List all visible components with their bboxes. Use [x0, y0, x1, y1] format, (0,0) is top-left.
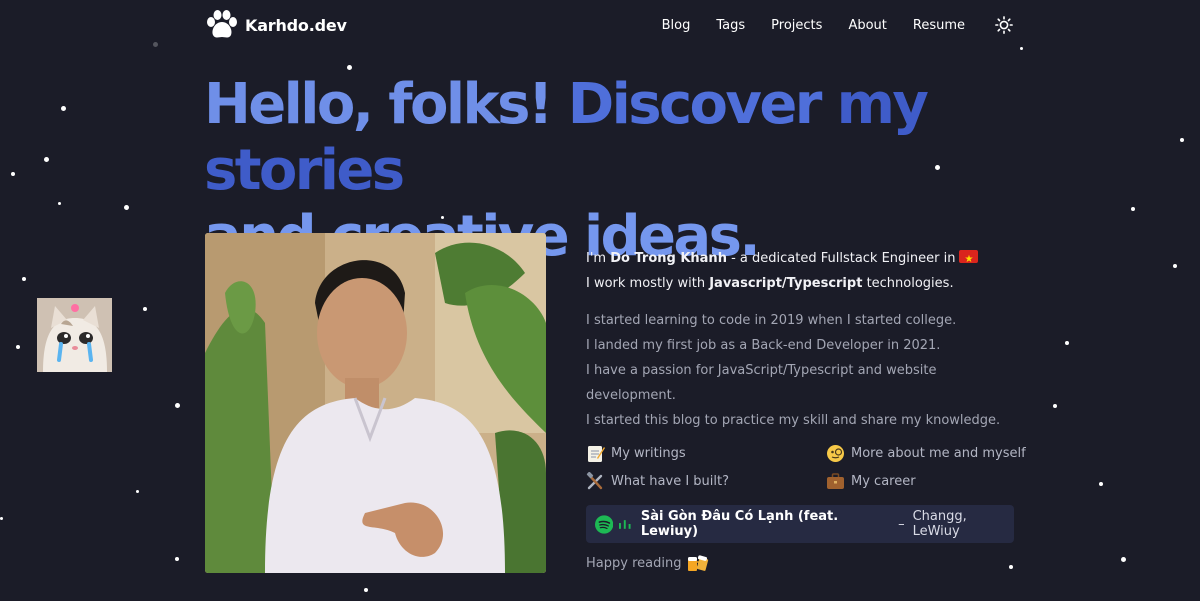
spotify-now-playing[interactable]: Sài Gòn Đâu Có Lạnh (feat. Lewiuy) – Cha…: [586, 505, 1014, 543]
star: [124, 205, 129, 210]
paw-logo-icon: [207, 10, 237, 38]
star: [11, 172, 15, 176]
spotify-song-title: Sài Gòn Đâu Có Lạnh (feat. Lewiuy): [640, 509, 839, 539]
intro-lead: I'm: [586, 251, 607, 266]
hero-part-1: Hello, folks!: [204, 72, 553, 137]
closing-text: Happy reading: [586, 555, 682, 571]
site-header: Karhdo.dev Blog Tags Projects About Resu…: [205, 8, 1013, 42]
link-more-about-me[interactable]: More about me and myself: [826, 444, 1026, 463]
story-line: I landed my first job as a Back-end Deve…: [586, 338, 941, 353]
star: [0, 517, 3, 520]
star: [153, 42, 158, 47]
star: [364, 588, 368, 592]
story-block: I started learning to code in 2019 when …: [586, 308, 1026, 433]
intro-tech: Javascript/Typescript: [709, 276, 863, 291]
brand-name: Karhdo.dev: [245, 15, 347, 35]
brand-link[interactable]: Karhdo.dev: [205, 9, 347, 41]
star: [136, 490, 139, 493]
quick-links: My writings More about me and myself Wha…: [586, 444, 1026, 491]
star: [16, 345, 20, 349]
sun-theme-toggle-icon[interactable]: [995, 16, 1013, 34]
monocle-face-icon: [827, 445, 844, 462]
star: [175, 403, 180, 408]
story-line: I started this blog to practice my skill…: [586, 413, 1001, 428]
story-line: I started learning to code in 2019 when …: [586, 313, 957, 328]
nav-tags[interactable]: Tags: [716, 18, 745, 33]
main-nav: Blog Tags Projects About Resume: [662, 16, 1013, 34]
star: [58, 202, 61, 205]
link-more-about-me-label: More about me and myself: [851, 446, 1026, 461]
link-what-have-i-built[interactable]: What have I built?: [586, 472, 826, 491]
link-my-career-label: My career: [851, 474, 916, 489]
intro-line-2: I work mostly with Javascript/Typescript…: [586, 271, 1026, 296]
nav-projects[interactable]: Projects: [771, 18, 822, 33]
star: [175, 557, 179, 561]
spotify-icon: [595, 514, 614, 534]
beer-mugs-icon: [688, 555, 709, 571]
star: [1131, 207, 1135, 211]
vietnam-flag-icon: [959, 247, 979, 272]
profile-photo: [205, 233, 546, 573]
intro-name: Do Trong Khanh: [610, 251, 727, 266]
star: [44, 157, 49, 162]
star: [1121, 557, 1126, 562]
nav-resume[interactable]: Resume: [913, 18, 965, 33]
link-my-writings-label: My writings: [611, 446, 686, 461]
link-what-have-i-built-label: What have I built?: [611, 474, 729, 489]
story-line: I have a passion for JavaScript/Typescri…: [586, 363, 937, 403]
spotify-artist: Changg, LeWiuy: [912, 509, 967, 539]
intro-role: - a dedicated Fullstack Engineer in: [726, 251, 956, 266]
bio-section: I'm Do Trong Khanh - a dedicated Fullsta…: [586, 246, 1026, 573]
hero-part-2: Discover: [567, 72, 823, 137]
memo-icon: [588, 446, 605, 462]
link-my-career[interactable]: My career: [826, 472, 1026, 491]
closing-line: Happy reading: [586, 553, 1026, 573]
intro-line2-pre: I work mostly with: [586, 276, 706, 291]
star: [22, 277, 26, 281]
briefcase-icon: [827, 473, 844, 489]
equalizer-bars-icon: [619, 520, 631, 529]
page: Karhdo.dev Blog Tags Projects About Resu…: [0, 0, 1200, 601]
star: [1180, 138, 1184, 142]
star: [1020, 47, 1023, 50]
crying-cat-sticker: [37, 298, 112, 372]
intro-line2-post: technologies.: [866, 276, 954, 291]
intro-line-1: I'm Do Trong Khanh - a dedicated Fullsta…: [586, 246, 1026, 272]
star: [1053, 404, 1057, 408]
star: [347, 65, 352, 70]
star: [1065, 341, 1069, 345]
hammer-wrench-icon: [586, 472, 603, 490]
star: [61, 106, 66, 111]
star: [1173, 264, 1177, 268]
star: [1099, 482, 1103, 486]
spotify-separator: –: [898, 516, 905, 532]
link-my-writings[interactable]: My writings: [586, 444, 826, 463]
nav-about[interactable]: About: [848, 18, 886, 33]
star: [143, 307, 147, 311]
nav-blog[interactable]: Blog: [662, 18, 691, 33]
